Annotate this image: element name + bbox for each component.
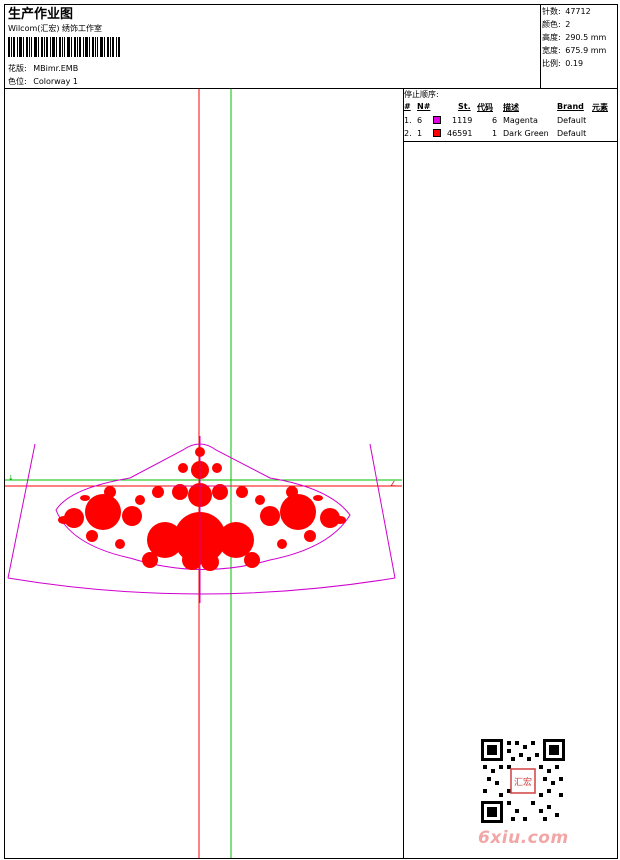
guide-tick-left: ↓	[8, 474, 14, 482]
qr-code: 汇宏	[481, 739, 565, 823]
floral-embroidery	[58, 447, 346, 571]
guide-tick-right: ∠	[390, 480, 396, 488]
watermark-site: 6xiu.com	[478, 828, 569, 848]
svg-text:汇宏: 汇宏	[514, 776, 532, 788]
design-canvas: ↓ ∠ 汇宏	[5, 89, 565, 858]
